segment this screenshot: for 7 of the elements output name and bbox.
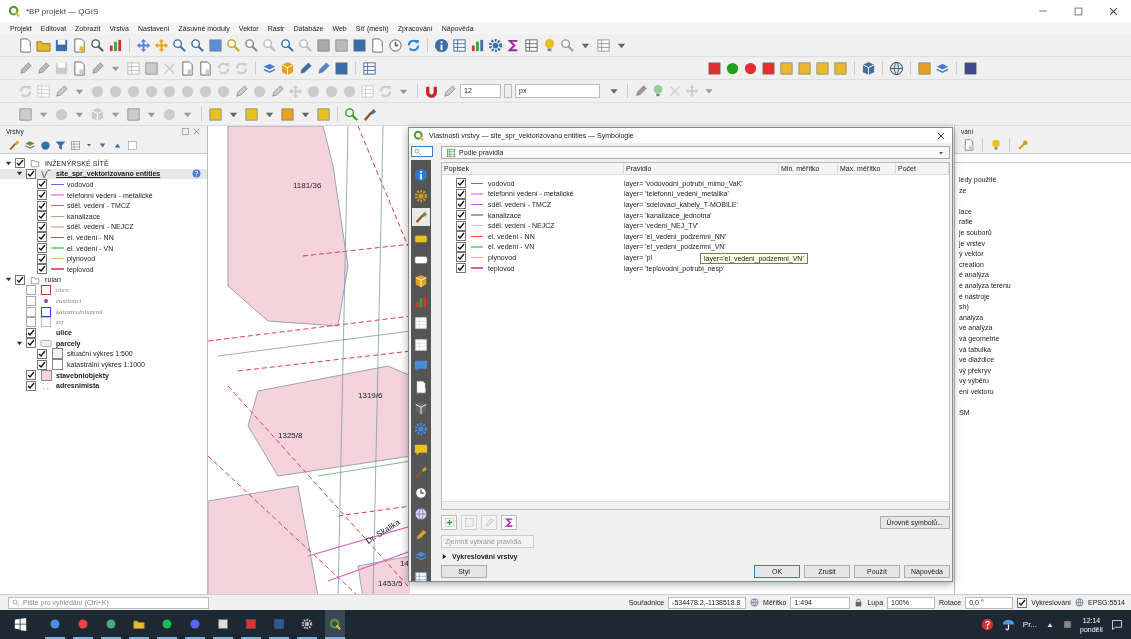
- map-label: 1319/6: [358, 391, 383, 400]
- tray-text[interactable]: Pr...: [1022, 620, 1038, 629]
- map-label: 1325/8: [278, 431, 303, 440]
- map-label: 1453/5: [378, 579, 403, 588]
- map-label: 14: [400, 559, 409, 568]
- window-title: *BP projekt — QGIS: [26, 6, 99, 16]
- map-label: 1181/36: [293, 181, 322, 190]
